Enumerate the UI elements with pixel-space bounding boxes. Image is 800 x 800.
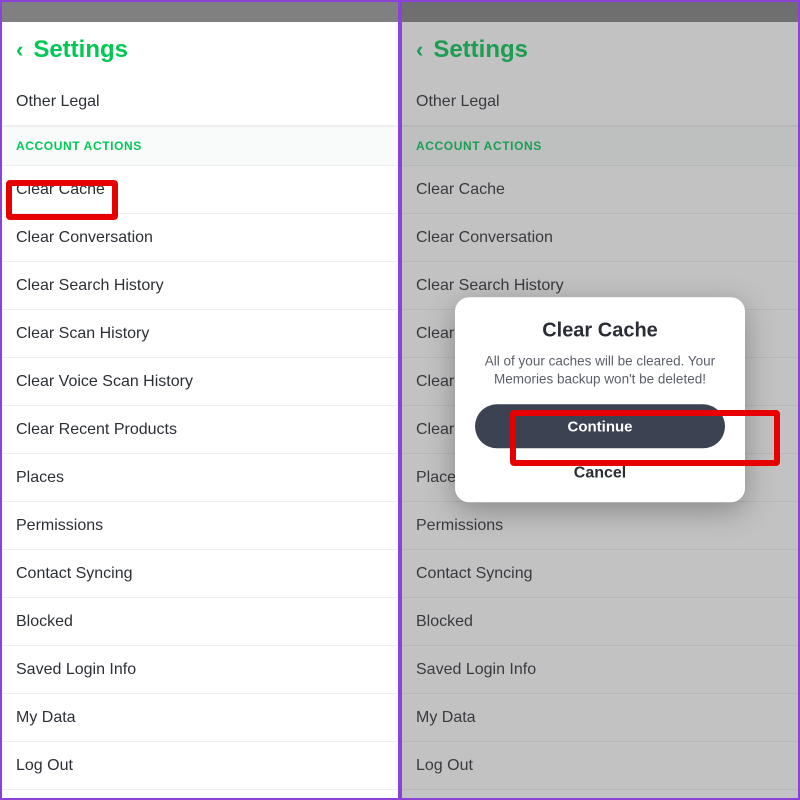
item-label: Places [16,469,64,487]
cancel-button-label: Cancel [574,465,626,482]
list-item-clear-cache[interactable]: Clear Cache [2,166,398,214]
list-item[interactable]: Clear Conversation [2,214,398,262]
list-item[interactable]: Clear Voice Scan History [2,358,398,406]
item-label: Clear Search History [16,277,164,295]
item-label: Clear Voice Scan History [16,373,193,391]
item-label: Clear Cache [16,181,105,199]
item-label: Clear Recent Products [16,421,177,439]
settings-list: Other Legal ACCOUNT ACTIONS Clear Cache … [2,78,398,790]
item-label: Clear Scan History [16,325,149,343]
list-item[interactable]: My Data [2,694,398,742]
screenshot-left: ‹ Settings Other Legal ACCOUNT ACTIONS C… [0,0,400,800]
header: ‹ Settings [2,22,398,78]
item-label: Log Out [16,757,73,775]
item-label: Other Legal [16,93,100,111]
list-item[interactable]: Other Legal [2,78,398,126]
item-label: Saved Login Info [16,661,136,679]
back-chevron-icon[interactable]: ‹ [16,39,23,61]
section-header: ACCOUNT ACTIONS [2,126,398,166]
list-item[interactable]: Clear Recent Products [2,406,398,454]
clear-cache-dialog: Clear Cache All of your caches will be c… [455,297,745,502]
screenshot-right: ‹ Settings Other Legal ACCOUNT ACTIONS C… [400,0,800,800]
list-item[interactable]: Blocked [2,598,398,646]
item-label: Contact Syncing [16,565,133,583]
list-item[interactable]: Places [2,454,398,502]
item-label: Permissions [16,517,103,535]
list-item[interactable]: Clear Scan History [2,310,398,358]
cancel-button[interactable]: Cancel [475,465,725,483]
continue-button[interactable]: Continue [475,405,725,449]
list-item[interactable]: Log Out [2,742,398,790]
list-item[interactable]: Permissions [2,502,398,550]
list-item[interactable]: Contact Syncing [2,550,398,598]
status-bar [2,2,398,22]
list-item[interactable]: Saved Login Info [2,646,398,694]
item-label: Blocked [16,613,73,631]
dialog-body: All of your caches will be cleared. Your… [475,352,725,388]
header-title: Settings [33,36,128,64]
list-item[interactable]: Clear Search History [2,262,398,310]
item-label: Clear Conversation [16,229,153,247]
item-label: My Data [16,709,76,727]
continue-button-label: Continue [568,418,633,435]
dialog-title: Clear Cache [475,319,725,342]
